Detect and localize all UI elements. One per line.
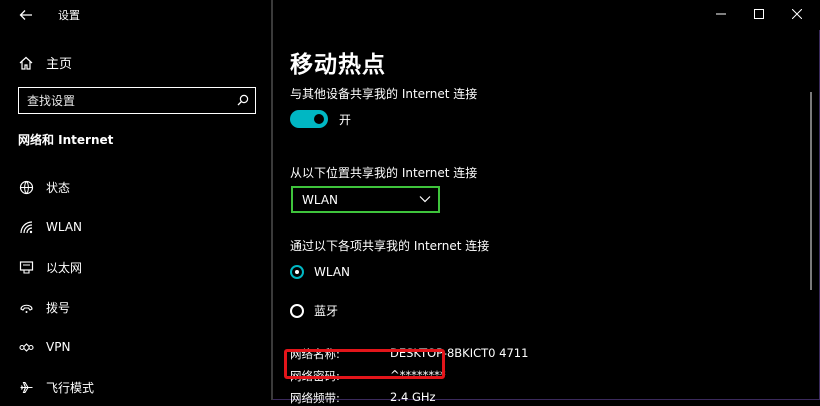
window-title: 设置 [58, 9, 80, 22]
airplane-icon [18, 379, 34, 395]
share-connection-label: 与其他设备共享我的 Internet 连接 [290, 87, 478, 101]
search-input[interactable] [25, 91, 229, 111]
band-highlight-box [284, 349, 445, 379]
back-button[interactable] [14, 3, 38, 27]
share-from-label: 从以下位置共享我的 Internet 连接 [290, 166, 478, 180]
network-band-value: 2.4 GHz [390, 390, 436, 404]
sidebar-item-airplane-mode[interactable]: 飞行模式 [18, 375, 94, 399]
sidebar-home-label: 主页 [46, 57, 73, 72]
sidebar-item-label: WLAN [46, 220, 83, 234]
share-from-value: WLAN [302, 193, 339, 207]
back-arrow-icon [19, 10, 32, 20]
search-box[interactable] [18, 87, 256, 114]
wifi-icon [18, 219, 34, 235]
radio-label: 蓝牙 [314, 304, 339, 318]
page-title: 移动热点 [290, 52, 386, 78]
close-icon [792, 9, 802, 19]
search-icon[interactable] [237, 94, 249, 106]
sidebar-item-dialup[interactable]: 拨号 [18, 295, 70, 319]
dialup-icon [18, 299, 34, 315]
sidebar-item-wlan[interactable]: WLAN [18, 215, 82, 239]
share-from-select[interactable]: WLAN [291, 186, 440, 213]
title-bar: 设置 [0, 0, 820, 30]
radio-wlan[interactable]: WLAN [290, 265, 350, 279]
sidebar-item-label: 飞行模式 [46, 380, 95, 395]
radio-label: WLAN [314, 265, 351, 279]
hotspot-toggle[interactable] [290, 110, 328, 128]
sidebar-section-title: 网络和 Internet [18, 133, 114, 147]
sidebar-item-status[interactable]: 状态 [18, 175, 70, 199]
minimize-icon [716, 13, 726, 15]
minimize-button[interactable] [706, 3, 736, 25]
main-panel: 移动热点 与其他设备共享我的 Internet 连接 开 从以下位置共享我的 I… [273, 30, 820, 405]
status-icon [18, 179, 34, 195]
toggle-knob [314, 114, 324, 124]
radio-selected-icon [290, 265, 304, 279]
sidebar-item-ethernet[interactable]: 以太网 [18, 255, 82, 279]
radio-unselected-icon [290, 303, 304, 318]
home-icon [19, 56, 33, 70]
sidebar-item-label: 拨号 [46, 300, 71, 315]
sidebar: 主页 网络和 Internet 状态 WLAN 以太网 拨号 VPN 飞行模式 [0, 30, 272, 400]
sidebar-item-label: 状态 [46, 180, 71, 195]
chevron-down-icon [419, 196, 431, 203]
share-over-label: 通过以下各项共享我的 Internet 连接 [290, 239, 490, 253]
maximize-icon [754, 9, 764, 19]
close-button[interactable] [782, 3, 812, 25]
maximize-button[interactable] [744, 3, 774, 25]
radio-bluetooth[interactable]: 蓝牙 [290, 302, 338, 319]
sidebar-item-vpn[interactable]: VPN [18, 335, 70, 359]
network-band-label: 网络频带: [290, 391, 340, 405]
toggle-state-label: 开 [339, 113, 352, 127]
sidebar-item-label: VPN [46, 340, 71, 354]
ethernet-icon [18, 259, 34, 275]
scrollbar[interactable] [810, 92, 812, 290]
vpn-icon [18, 339, 34, 355]
sidebar-home[interactable]: 主页 [18, 53, 72, 72]
sidebar-item-label: 以太网 [46, 260, 83, 275]
